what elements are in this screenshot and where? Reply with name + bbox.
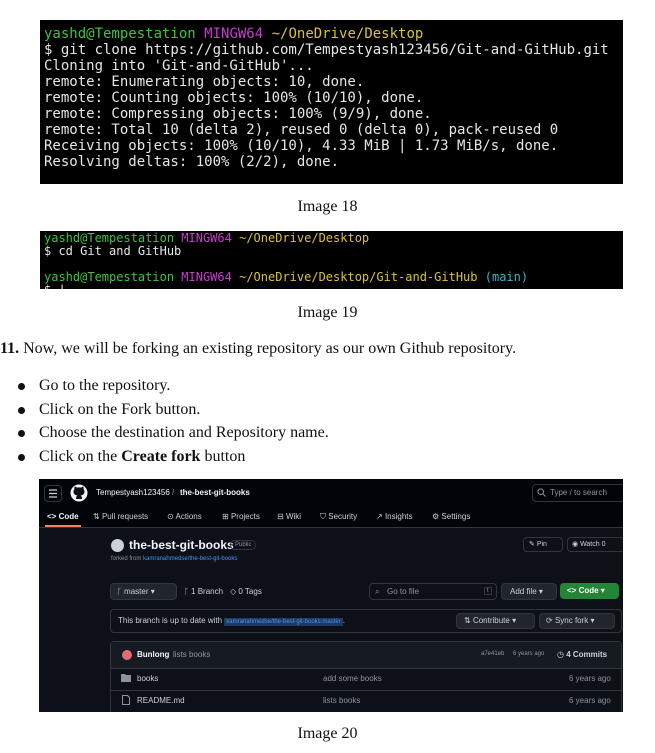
step-paragraph: 11. Now, we will be forking an existing … — [0, 340, 516, 358]
breadcrumb-separator: / — [172, 488, 175, 497]
list-item: Click on the Create fork button — [18, 445, 329, 469]
actions-icon: ⊙ — [167, 512, 174, 521]
shield-icon: ⛉ — [320, 512, 326, 521]
github-repo-screenshot: Tempestyash123456 / the-best-git-books T… — [39, 479, 623, 712]
commits-link[interactable]: ◷ 4 Commits — [557, 650, 607, 659]
eye-icon: ◉ — [572, 541, 579, 548]
commit-hash[interactable]: a7e41eb — [481, 651, 504, 657]
terminal-line: Receiving objects: 100% (10/10), 4.33 Mi… — [44, 138, 559, 154]
sync-fork-button[interactable]: ⟳ Sync fork ▾ — [539, 613, 615, 629]
commit-author[interactable]: Bunlong — [137, 650, 169, 659]
list-item[interactable]: README.md lists books 6 years ago — [111, 690, 621, 712]
figure-caption: Image 19 — [297, 304, 358, 321]
file-table: Bunlong lists books a7e41eb 6 years ago … — [110, 641, 622, 712]
search-icon: ⌕ — [375, 587, 380, 596]
sync-icon: ⟳ — [546, 616, 553, 625]
repo-name[interactable]: the-best-git-books — [180, 488, 250, 497]
list-item: Choose the destination and Repository na… — [18, 421, 329, 445]
repo-title[interactable]: the-best-git-books — [129, 538, 234, 552]
watch-button[interactable]: ◉ Watch 0 — [567, 537, 623, 552]
branch-icon: ᚴ — [117, 587, 122, 596]
pin-icon: ✎ — [529, 541, 535, 548]
bullet-icon — [18, 430, 25, 437]
terminal-line: $ git clone https://github.com/Tempestya… — [44, 42, 609, 58]
add-file-button[interactable]: Add file ▾ — [501, 583, 557, 600]
tab-settings[interactable]: ⚙ Settings — [432, 512, 470, 521]
list-item: Go to the repository. — [18, 374, 329, 398]
bullet-list: Go to the repository. Click on the Fork … — [18, 374, 329, 468]
pull-request-icon: ⇅ — [93, 512, 100, 521]
terminal-cd: yashd@Tempestation MINGW64 ~/OneDrive/De… — [40, 231, 623, 289]
terminal-cursor: $ | — [40, 284, 623, 290]
branch-status-bar: This branch is up to date with kamranahm… — [110, 609, 622, 633]
graph-icon: ↗ — [376, 512, 383, 521]
tab-pull-requests[interactable]: ⇅ Pull requests — [93, 512, 148, 521]
tab-actions[interactable]: ⊙ Actions — [167, 512, 202, 521]
pull-request-icon: ⇅ — [464, 616, 471, 625]
terminal-line: remote: Total 10 (delta 2), reused 0 (de… — [44, 122, 559, 138]
go-to-file-input[interactable]: ⌕ Go to file t — [369, 583, 497, 600]
step-text: Now, we will be forking an existing repo… — [23, 340, 517, 357]
bullet-icon — [18, 453, 25, 461]
pin-button[interactable]: ✎ Pin — [523, 537, 563, 552]
tab-insights[interactable]: ↗ Insights — [376, 512, 413, 521]
terminal-clone: yashd@Tempestation MINGW64 ~/OneDrive/De… — [40, 20, 623, 184]
terminal-line: $ cd Git and GitHub — [44, 244, 182, 258]
history-icon: ◷ — [557, 650, 564, 659]
contribute-button[interactable]: ⇅ Contribute ▾ — [456, 613, 535, 629]
figure-caption: Image 18 — [297, 198, 358, 215]
commit-row: Bunlong lists books a7e41eb 6 years ago … — [111, 642, 621, 669]
bullet-icon — [18, 406, 25, 414]
terminal-prompt: yashd@Tempestation MINGW64 ~/OneDrive/De… — [44, 26, 424, 42]
folder-icon — [121, 673, 131, 684]
figure-caption: Image 20 — [297, 725, 358, 742]
terminal-line: Resolving deltas: 100% (2/2), done. — [44, 154, 340, 170]
github-logo-icon[interactable] — [70, 484, 88, 504]
gear-icon: ⚙ — [432, 512, 440, 521]
tab-code[interactable]: <> Code — [47, 512, 79, 521]
repo-owner[interactable]: Tempestyash123456 — [96, 488, 170, 497]
github-header: Tempestyash123456 / the-best-git-books T… — [39, 479, 623, 507]
branches-link[interactable]: ᚴ 1 Branch — [184, 587, 223, 596]
avatar — [122, 650, 132, 660]
wiki-icon: ⊟ — [277, 512, 284, 521]
branch-selector[interactable]: ᚴ master ▾ — [110, 583, 177, 600]
terminal-prompt: yashd@Tempestation MINGW64 ~/OneDrive/De… — [44, 270, 529, 284]
step-number: 11. — [0, 340, 20, 357]
tags-link[interactable]: ◇ 0 Tags — [230, 587, 262, 596]
branch-icon: ᚴ — [184, 587, 189, 596]
tag-icon: ◇ — [230, 587, 237, 596]
terminal-line: Cloning into 'Git-and-GitHub'... — [44, 58, 314, 74]
forked-from: forked from kamranahmedse/the-best-git-b… — [111, 556, 238, 562]
search-input[interactable]: Type / to search — [532, 484, 623, 502]
file-icon — [122, 695, 130, 707]
terminal-line: remote: Enumerating objects: 10, done. — [44, 74, 365, 90]
avatar — [111, 539, 124, 552]
tab-code-underline — [45, 525, 81, 527]
commit-age: 6 years ago — [513, 651, 545, 657]
code-button[interactable]: <> Code ▾ — [560, 583, 619, 599]
tab-wiki[interactable]: ⊟ Wiki — [277, 512, 301, 521]
visibility-badge: Public — [230, 540, 257, 550]
tab-projects[interactable]: ⊞ Projects — [222, 512, 260, 521]
list-item: Click on the Fork button. — [18, 398, 329, 422]
menu-icon[interactable] — [44, 485, 62, 502]
repo-nav: <> Code ⇅ Pull requests ⊙ Actions ⊞ Proj… — [39, 507, 623, 528]
terminal-line: remote: Compressing objects: 100% (9/9),… — [44, 106, 432, 122]
search-icon — [537, 488, 546, 499]
bullet-icon — [18, 383, 25, 390]
projects-icon: ⊞ — [222, 512, 229, 521]
tab-security[interactable]: ⛉ Security — [320, 512, 357, 522]
terminal-line: remote: Counting objects: 100% (10/10), … — [44, 90, 424, 106]
commit-message[interactable]: lists books — [173, 650, 210, 659]
list-item[interactable]: books add some books 6 years ago — [111, 668, 621, 691]
